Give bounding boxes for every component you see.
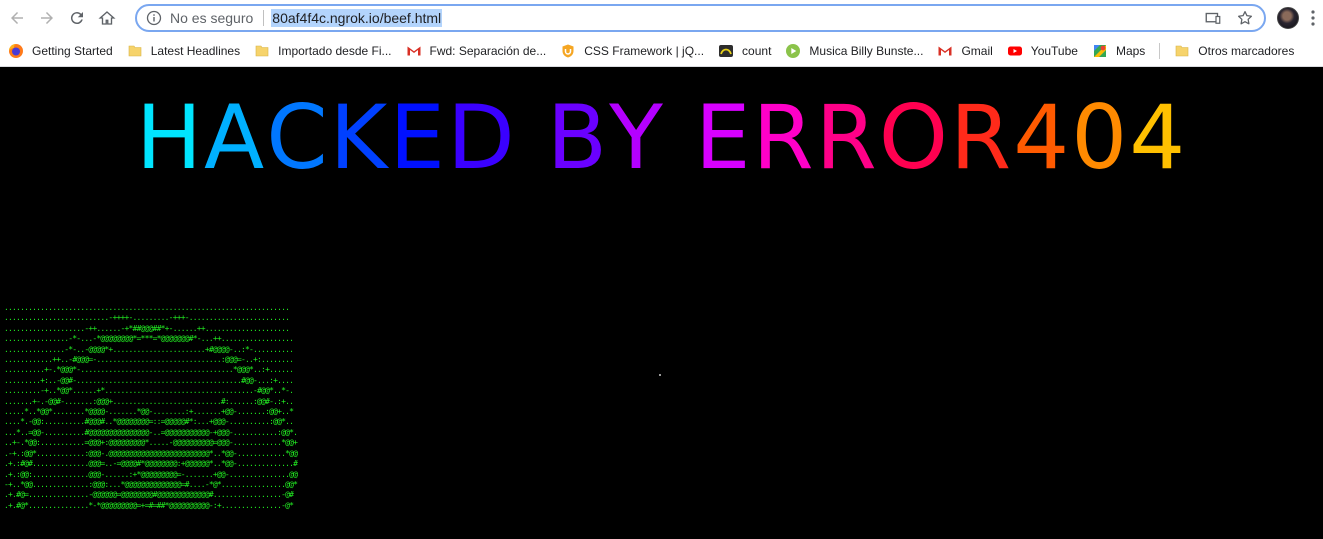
gmail-icon <box>938 46 952 56</box>
title-letter: R <box>752 86 816 189</box>
browser-toolbar: No es seguro 80af4f4c.ngrok.io/beef.html <box>0 0 1323 36</box>
bookmark-css-framework[interactable]: CSS Framework | jQ... <box>552 39 710 63</box>
bookmark-label: Getting Started <box>32 44 113 58</box>
title-letter: 0 <box>1071 86 1130 189</box>
title-letter: B <box>546 86 610 189</box>
title-letter: A <box>203 86 267 189</box>
title-letter: E <box>694 86 753 189</box>
home-button[interactable] <box>94 5 120 31</box>
title-letter: Y <box>609 86 665 189</box>
bookmarks-bar: Getting Started Latest Headlines Importa… <box>0 36 1323 67</box>
folder-icon <box>1175 45 1189 57</box>
ascii-art: ........................................… <box>4 303 298 510</box>
page-content: HACKED BY ERROR404 .....................… <box>0 68 1323 539</box>
info-icon[interactable] <box>146 10 162 26</box>
title-letter: H <box>135 86 204 189</box>
bookmark-gmail[interactable]: Gmail <box>929 39 998 63</box>
bookmark-importado[interactable]: Importado desde Fi... <box>246 39 397 63</box>
title-space <box>517 94 547 182</box>
cast-icon[interactable] <box>1204 9 1222 27</box>
firefox-icon <box>9 44 23 58</box>
bookmark-musica[interactable]: Musica Billy Bunste... <box>777 39 929 63</box>
stray-pixel <box>659 374 661 376</box>
bookmark-youtube[interactable]: YouTube <box>999 39 1084 63</box>
title-letter: O <box>878 86 951 189</box>
home-icon <box>98 11 116 25</box>
hacked-title: HACKED BY ERROR404 <box>0 94 1323 182</box>
bookmark-maps[interactable]: Maps <box>1084 39 1151 63</box>
bookmark-fwd-separacion[interactable]: Fwd: Separación de... <box>398 39 553 63</box>
bookmark-label: Latest Headlines <box>150 44 241 58</box>
star-icon[interactable] <box>1236 9 1254 27</box>
count-icon <box>719 45 734 57</box>
omnibox-divider <box>263 10 265 26</box>
reload-icon <box>70 12 83 25</box>
title-letter: C <box>266 86 330 189</box>
security-status[interactable]: No es seguro <box>170 10 253 26</box>
bookmark-label: Fwd: Separación de... <box>429 44 547 58</box>
bookmark-label: Gmail <box>961 44 993 58</box>
bookmark-latest-headlines[interactable]: Latest Headlines <box>119 39 246 63</box>
profile-avatar[interactable] <box>1277 7 1299 29</box>
folder-icon <box>255 45 269 57</box>
shield-icon <box>562 44 574 58</box>
bookmark-label: CSS Framework | jQ... <box>584 44 705 58</box>
omnibox-actions <box>1204 9 1254 27</box>
arrow-right-icon <box>41 12 53 24</box>
title-letter: E <box>389 86 447 189</box>
forward-button[interactable] <box>34 5 60 31</box>
more-menu-icon[interactable] <box>1308 9 1318 27</box>
title-space <box>665 94 695 182</box>
bookmark-label: Importado desde Fi... <box>278 44 392 58</box>
bookmark-label: Musica Billy Bunste... <box>809 44 924 58</box>
bookmark-count[interactable]: count <box>710 39 777 63</box>
url-text[interactable]: 80af4f4c.ngrok.io/beef.html <box>271 9 443 27</box>
title-letter: 4 <box>1013 86 1072 189</box>
title-letter: 4 <box>1129 86 1188 189</box>
bookmark-label: Otros marcadores <box>1198 44 1295 58</box>
reload-button[interactable] <box>64 5 90 31</box>
bookmark-label: Maps <box>1115 44 1146 58</box>
folder-icon <box>128 45 142 57</box>
title-letter: K <box>329 86 390 189</box>
youtube-icon <box>1007 46 1022 56</box>
bookmarks-separator <box>1159 43 1161 59</box>
bookmark-getting-started[interactable]: Getting Started <box>0 39 119 63</box>
bookmark-label: count <box>742 44 772 58</box>
bookmark-label: YouTube <box>1030 44 1078 58</box>
arrow-left-icon <box>11 12 23 24</box>
title-letter: R <box>950 86 1014 189</box>
gmail-icon <box>407 46 420 56</box>
maps-icon <box>1093 45 1106 57</box>
play-icon <box>786 44 801 58</box>
bookmark-otros-marcadores[interactable]: Otros marcadores <box>1166 39 1300 63</box>
back-button[interactable] <box>4 5 30 31</box>
address-bar[interactable]: No es seguro 80af4f4c.ngrok.io/beef.html <box>135 4 1266 32</box>
title-letter: D <box>446 86 517 189</box>
title-letter: R <box>815 86 879 189</box>
